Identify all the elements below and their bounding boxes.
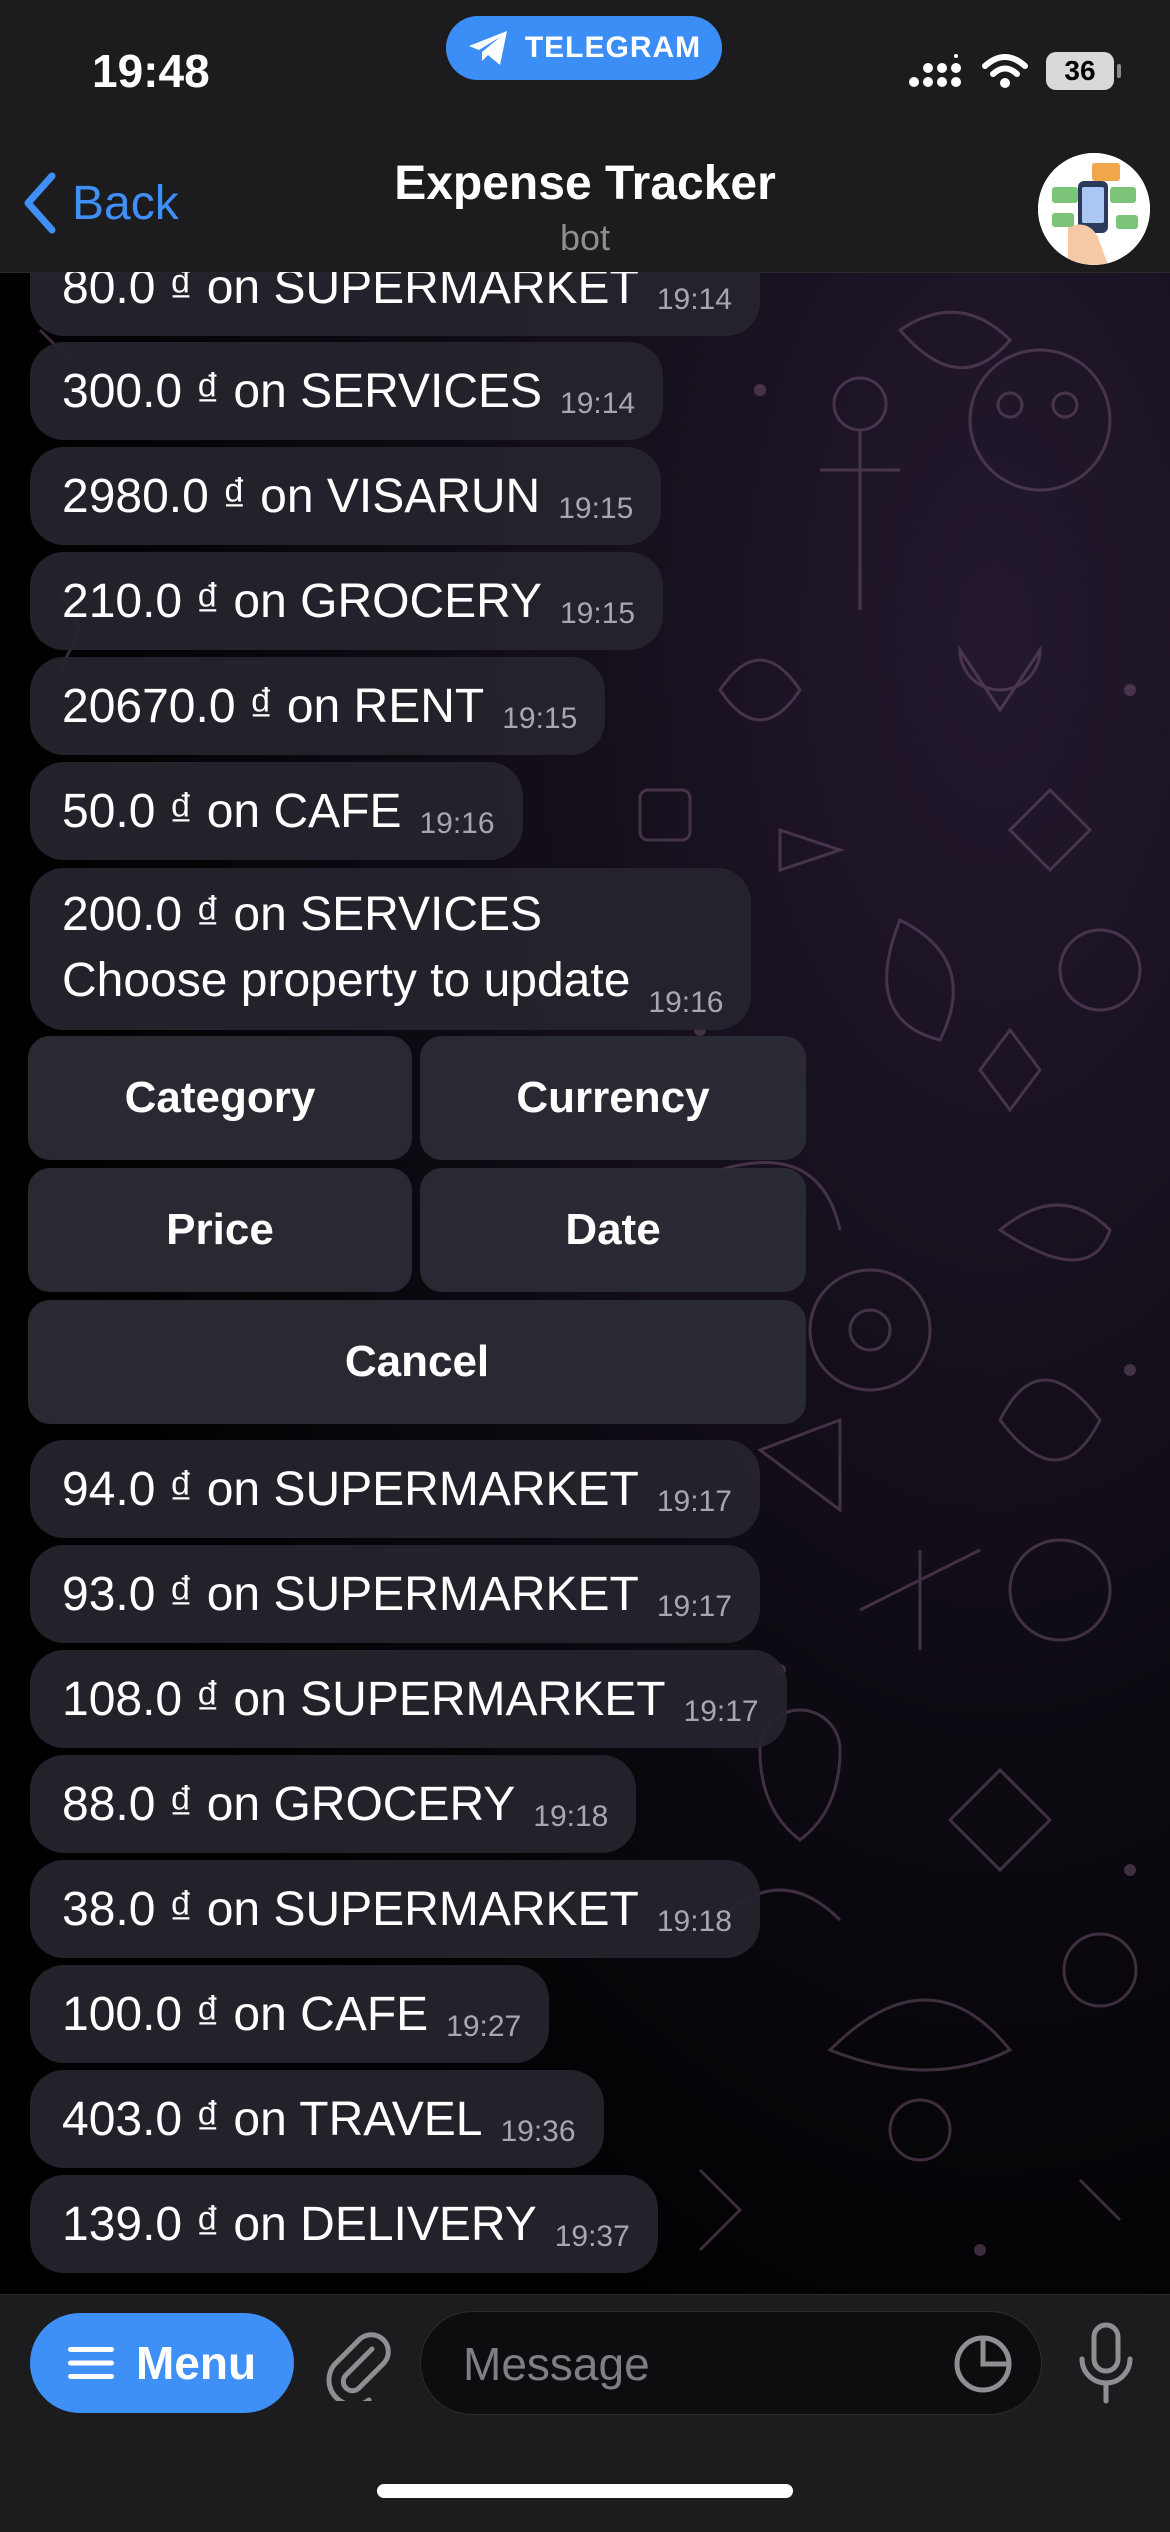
prompt-message-text: 200.0 ₫ on SERVICES Choose property to u… [62,882,630,1014]
message-text: 88.0 ₫ on GROCERY [62,1777,516,1831]
message-input[interactable] [461,2312,935,2416]
menu-lines-icon [67,2347,114,2379]
message-time: 19:17 [683,1695,759,1728]
message-bubble[interactable]: 100.0 ₫ on CAFE 19:27 [30,1965,550,2063]
home-indicator[interactable] [377,2484,793,2498]
message-text: 100.0 ₫ on CAFE [62,1987,429,2041]
chat-subtitle: bot [559,217,611,258]
message-time: 19:37 [554,2220,630,2253]
message-time: 19:16 [648,986,724,1019]
message-bubble[interactable]: 94.0 ₫ on SUPERMARKET 19:17 [30,1440,760,1538]
message-time: 19:36 [500,2115,576,2148]
message-bubble[interactable]: 80.0 ₫ on SUPERMARKET 19:14 [30,272,760,336]
message-text: 2980.0 ₫ on VISARUN [62,469,541,523]
telegram-chat-screen: 19:48 TELEGRAM 36 Back Expense Tracker b… [0,0,1170,2532]
prompt-line-expense: 200.0 ₫ on SERVICES [62,888,543,941]
message-text: 20670.0 ₫ on RENT [62,679,485,733]
status-time: 19:48 [92,45,210,97]
paperclip-icon[interactable] [320,2325,396,2401]
bot-avatar[interactable] [1038,153,1150,265]
message-text: 210.0 ₫ on GROCERY [62,574,542,628]
bot-avatar-image [1038,153,1150,265]
message-bubble[interactable]: 108.0 ₫ on SUPERMARKET 19:17 [30,1650,787,1748]
prompt-line-question: Choose property to update [62,954,631,1007]
message-bubble[interactable]: 88.0 ₫ on GROCERY 19:18 [30,1755,637,1853]
message-time: 19:15 [502,702,578,735]
sticker-icon[interactable] [953,2334,1013,2394]
date-button[interactable]: Date [420,1168,806,1292]
message-bubble[interactable]: 38.0 ₫ on SUPERMARKET 19:18 [30,1860,760,1958]
bot-menu-button[interactable]: Menu [30,2313,294,2413]
message-bubble[interactable]: 139.0 ₫ on DELIVERY 19:37 [30,2175,658,2273]
message-text: 139.0 ₫ on DELIVERY [62,2197,537,2251]
signal-icon [909,54,961,87]
category-button[interactable]: Category [28,1036,412,1160]
message-time: 19:14 [560,387,636,420]
message-time: 19:17 [656,1485,732,1518]
status-icons: 36 [908,52,1121,90]
menu-label: Menu [135,2337,257,2389]
price-button[interactable]: Price [28,1168,412,1292]
message-text: 300.0 ₫ on SERVICES [62,364,543,418]
currency-button[interactable]: Currency [420,1036,806,1160]
message-text: 50.0 ₫ on CAFE [62,784,402,838]
message-text: 80.0 ₫ on SUPERMARKET [62,272,639,314]
message-text: 403.0 ₫ on TRAVEL [62,2092,483,2146]
message-text: 38.0 ₫ on SUPERMARKET [62,1882,639,1936]
chat-title-block[interactable]: Expense Tracker bot [0,156,1170,259]
chat-title: Expense Tracker [394,157,776,210]
telegram-plane-icon [468,31,507,65]
message-bubble[interactable]: 403.0 ₫ on TRAVEL 19:36 [30,2070,604,2168]
message-time: 19:16 [419,807,495,840]
telegram-pill-label: TELEGRAM [524,31,702,64]
message-time: 19:27 [446,2010,522,2043]
message-time: 19:14 [656,283,732,316]
message-bubble[interactable]: 210.0 ₫ on GROCERY 19:15 [30,552,664,650]
message-bubble[interactable]: 2980.0 ₫ on VISARUN 19:15 [30,447,662,545]
message-bubble[interactable]: 300.0 ₫ on SERVICES 19:14 [30,342,664,440]
message-bubble[interactable]: 20670.0 ₫ on RENT 19:15 [30,657,606,755]
status-bar: 19:48 TELEGRAM 36 [0,0,1170,150]
message-list[interactable]: 80.0 ₫ on SUPERMARKET 19:14 300.0 ₫ on S… [0,272,1170,2294]
microphone-icon[interactable] [1076,2321,1136,2405]
prompt-message-bubble[interactable]: 200.0 ₫ on SERVICES Choose property to u… [30,868,752,1030]
cancel-button[interactable]: Cancel [28,1300,806,1424]
message-bubble[interactable]: 50.0 ₫ on CAFE 19:16 [30,762,523,860]
message-text: 108.0 ₫ on SUPERMARKET [62,1672,666,1726]
message-bubble[interactable]: 93.0 ₫ on SUPERMARKET 19:17 [30,1545,760,1643]
battery-icon: 36 [1046,52,1121,90]
message-time: 19:15 [558,492,634,525]
message-time: 19:15 [559,597,636,630]
chat-header: Back Expense Tracker bot [0,150,1170,273]
message-text: 93.0 ₫ on SUPERMARKET [62,1567,639,1621]
message-input-field[interactable] [420,2311,1042,2416]
message-time: 19:18 [533,1800,609,1833]
message-time: 19:18 [656,1905,732,1938]
wifi-icon [982,54,1028,88]
message-time: 19:17 [656,1590,732,1623]
telegram-app-pill[interactable]: TELEGRAM [446,16,722,80]
message-text: 94.0 ₫ on SUPERMARKET [62,1462,639,1516]
